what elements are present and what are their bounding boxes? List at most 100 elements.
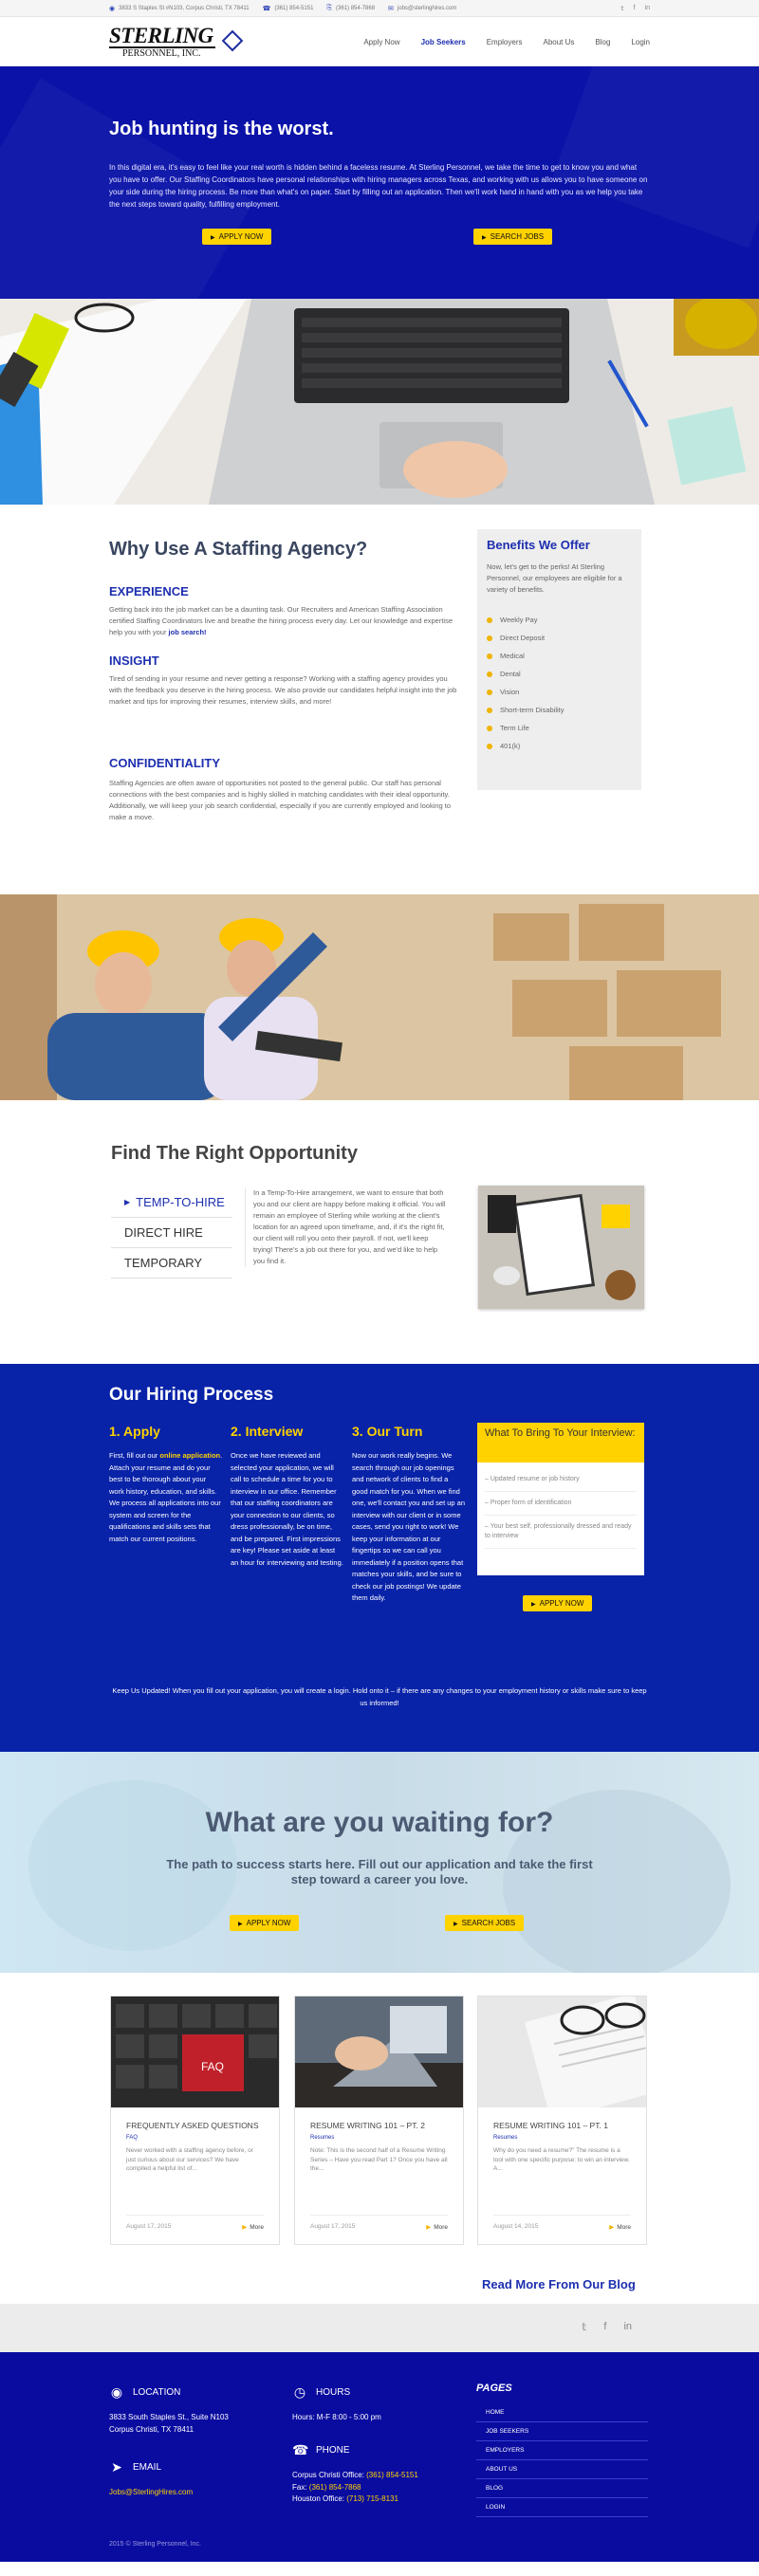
footer-location: ◉ LOCATION 3833 South Staples St., Suite … bbox=[109, 2384, 229, 2436]
benefits-box: Benefits We Offer Now, let's get to the … bbox=[477, 529, 641, 790]
read-more-blog-link[interactable]: Read More From Our Blog bbox=[482, 2277, 636, 2291]
footer-link-employers[interactable]: EMPLOYERS bbox=[476, 2441, 648, 2460]
twitter-icon[interactable]: 𝕥 bbox=[582, 2321, 586, 2333]
bullet-icon bbox=[487, 653, 492, 659]
nav-employers[interactable]: Employers bbox=[487, 38, 523, 46]
twitter-icon[interactable]: 𝕥 bbox=[620, 5, 623, 12]
bullet-icon bbox=[487, 689, 492, 695]
facebook-icon[interactable]: f bbox=[634, 5, 636, 12]
hero-title: Job hunting is the worst. bbox=[109, 119, 334, 139]
phone-link[interactable]: (361) 854-7868 bbox=[309, 2483, 361, 2492]
linkedin-icon[interactable]: in bbox=[645, 5, 650, 12]
blog-title: RESUME WRITING 101 – PT. 1 bbox=[493, 2121, 608, 2130]
footer-link-blog[interactable]: BLOG bbox=[476, 2479, 648, 2498]
hiring-process-section: Our Hiring Process 1. Apply First, fill … bbox=[0, 1364, 759, 1752]
linkedin-icon[interactable]: in bbox=[623, 2321, 632, 2333]
benefits-intro: Now, let's get to the perks! At Sterling… bbox=[487, 562, 622, 594]
clipboard-desk-photo bbox=[478, 1186, 644, 1309]
topbar-social: 𝕥 f in bbox=[620, 5, 650, 12]
top-info-bar: ◉ 3833 S Staples St #N103, Corpus Christi… bbox=[0, 0, 759, 17]
phone-heading: ☎ PHONE bbox=[292, 2442, 350, 2457]
step-our-turn: 3. Our Turn Now our work really begins. … bbox=[352, 1424, 466, 1605]
nav-apply-now[interactable]: Apply Now bbox=[363, 38, 399, 46]
experience-heading: EXPERIENCE bbox=[109, 584, 189, 598]
phone-line: Houston Office: (713) 715-8131 bbox=[292, 2494, 398, 2503]
sterling-logo[interactable]: STERLING PERSONNEL, INC. bbox=[109, 25, 251, 59]
nav-about-us[interactable]: About Us bbox=[544, 38, 575, 46]
faq-keyboard-photo: FAQ bbox=[111, 1996, 279, 2107]
blog-card[interactable]: RESUME WRITING 101 – PT. 1 Resumes Why d… bbox=[477, 1996, 647, 2245]
footer-link-about-us[interactable]: ABOUT US bbox=[476, 2460, 648, 2479]
online-application-link[interactable]: online application bbox=[159, 1451, 220, 1460]
phone-link[interactable]: (361) 854-5151 bbox=[366, 2471, 418, 2479]
topbar-phone[interactable]: ☎ (361) 854-5151 bbox=[263, 5, 314, 12]
footer-link-login[interactable]: LOGIN bbox=[476, 2498, 648, 2517]
play-icon: ▶ bbox=[124, 1198, 131, 1206]
step-our-turn-heading: 3. Our Turn bbox=[352, 1424, 423, 1439]
blog-category[interactable]: FAQ bbox=[126, 2135, 264, 2141]
social-icons: 𝕥 f in bbox=[582, 2321, 632, 2333]
tab-temporary[interactable]: TEMPORARY bbox=[111, 1248, 232, 1279]
blog-more-link[interactable]: ▶ More bbox=[426, 2223, 448, 2231]
play-icon: ▶ bbox=[211, 235, 215, 241]
benefit-item: Medical bbox=[487, 647, 632, 665]
blog-category[interactable]: Resumes bbox=[493, 2135, 631, 2141]
phone-link[interactable]: (713) 715-8131 bbox=[346, 2494, 398, 2503]
bullet-icon bbox=[487, 725, 492, 731]
benefit-item: Vision bbox=[487, 683, 632, 701]
topbar-email[interactable]: ✉ jobs@sterlinghires.com bbox=[388, 5, 456, 12]
social-bar: 𝕥 f in bbox=[0, 2304, 759, 2352]
tab-direct-hire[interactable]: DIRECT HIRE bbox=[111, 1218, 232, 1248]
faq-key-label: FAQ bbox=[201, 2060, 224, 2073]
hero-apply-button[interactable]: ▶ APPLY NOW bbox=[202, 229, 272, 245]
insight-heading: INSIGHT bbox=[109, 653, 159, 668]
blog-category[interactable]: Resumes bbox=[310, 2135, 448, 2141]
bullet-icon bbox=[487, 743, 492, 749]
confidentiality-heading: CONFIDENTIALITY bbox=[109, 756, 220, 770]
nav-login[interactable]: Login bbox=[631, 38, 650, 46]
mail-icon: ✉ bbox=[388, 6, 394, 12]
hours-heading: ◷ HOURS bbox=[293, 2384, 351, 2400]
hero-search-button[interactable]: ▶ SEARCH JOBS bbox=[473, 229, 553, 245]
bring-to-interview-box: What To Bring To Your Interview: – Updat… bbox=[477, 1423, 644, 1575]
tab-temp-to-hire[interactable]: ▶ TEMP-TO-HIRE bbox=[111, 1187, 232, 1218]
benefits-list: Weekly Pay Direct Deposit Medical Dental… bbox=[487, 611, 632, 755]
footer-link-job-seekers[interactable]: JOB SEEKERS bbox=[476, 2422, 648, 2441]
play-icon: ▶ bbox=[242, 2224, 248, 2231]
blog-title: RESUME WRITING 101 – PT. 2 bbox=[310, 2121, 425, 2130]
opportunity-title: Find The Right Opportunity bbox=[111, 1143, 358, 1164]
step-apply: 1. Apply First, fill out our online appl… bbox=[109, 1424, 223, 1545]
footer-link-home[interactable]: HOME bbox=[476, 2403, 648, 2422]
blog-card[interactable]: RESUME WRITING 101 – PT. 2 Resumes Note:… bbox=[294, 1996, 464, 2245]
hiring-apply-button[interactable]: ▶ APPLY NOW bbox=[523, 1595, 593, 1611]
step-our-turn-text: Now our work really begins. We search th… bbox=[352, 1451, 466, 1602]
job-search-link[interactable]: job search! bbox=[169, 628, 207, 636]
topbar-fax: ⎘ (361) 854-7868 bbox=[326, 5, 376, 11]
phone-line: Corpus Christi Office: (361) 854-5151 bbox=[292, 2471, 418, 2479]
benefit-item: Short-term Disability bbox=[487, 701, 632, 719]
benefit-item: Dental bbox=[487, 665, 632, 683]
cta-search-button[interactable]: ▶ SEARCH JOBS bbox=[445, 1915, 525, 1931]
blog-excerpt: Note: This is the second half of a Resum… bbox=[310, 2147, 448, 2172]
footer-email-link[interactable]: Jobs@SterlingHires.com bbox=[109, 2487, 193, 2499]
benefit-item: 401(k) bbox=[487, 737, 632, 755]
play-icon: ▶ bbox=[426, 2224, 432, 2231]
nav-job-seekers[interactable]: Job Seekers bbox=[421, 38, 466, 46]
bring-item: – Proper form of identification bbox=[485, 1492, 637, 1516]
footer-pages: PAGES HOME JOB SEEKERS EMPLOYERS ABOUT U… bbox=[476, 2383, 648, 2517]
blog-more-link[interactable]: ▶ More bbox=[242, 2223, 264, 2231]
blog-excerpt: Why do you need a resume?" The resume is… bbox=[493, 2147, 630, 2172]
nav-blog[interactable]: Blog bbox=[595, 38, 610, 46]
play-icon: ▶ bbox=[454, 1922, 458, 1927]
experience-text: Getting back into the job market can be … bbox=[109, 605, 454, 636]
warehouse-illustration bbox=[0, 894, 759, 1100]
benefit-item: Term Life bbox=[487, 719, 632, 737]
facebook-icon[interactable]: f bbox=[603, 2321, 606, 2333]
blog-excerpt: Never worked with a staffing agency befo… bbox=[126, 2147, 253, 2172]
blog-more-link[interactable]: ▶ More bbox=[609, 2223, 631, 2231]
cta-apply-button[interactable]: ▶ APPLY NOW bbox=[230, 1915, 300, 1931]
step-apply-heading: 1. Apply bbox=[109, 1424, 160, 1439]
blog-section: FAQ FREQUENTLY ASKED QUESTIONS FAQ Never… bbox=[0, 1973, 759, 2304]
blog-date: August 17, 2015 bbox=[310, 2223, 356, 2230]
blog-card[interactable]: FAQ FREQUENTLY ASKED QUESTIONS FAQ Never… bbox=[110, 1996, 280, 2245]
